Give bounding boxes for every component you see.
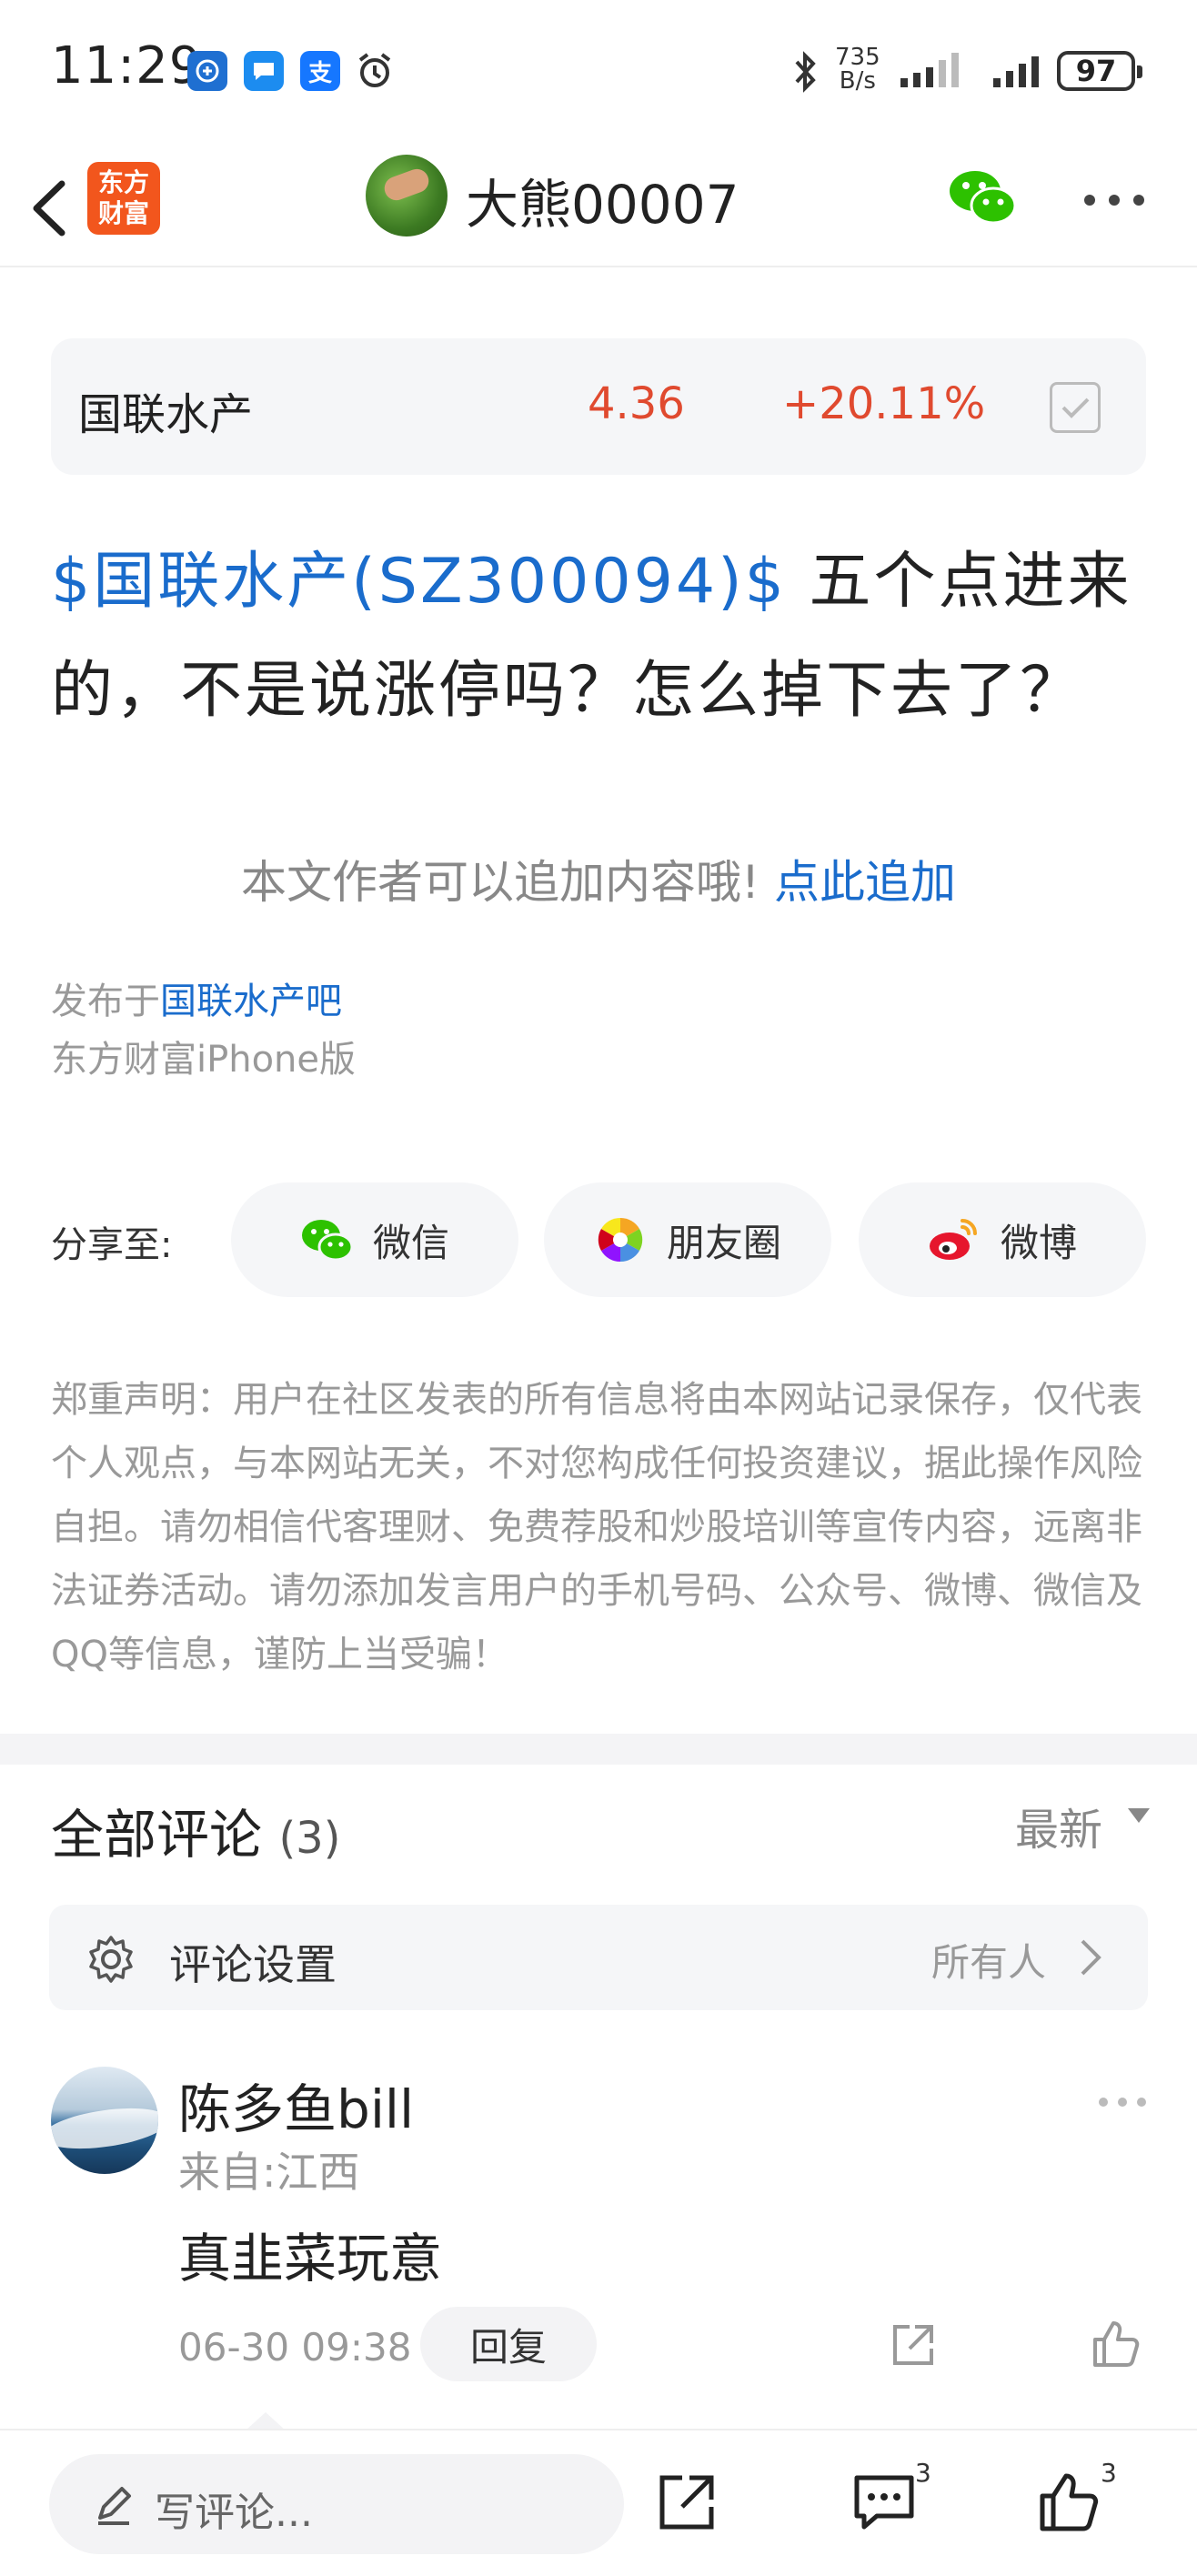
reply-caret [246,2412,286,2430]
status-bar: 11:29 支 735 B/s 97 [0,0,1197,146]
comment-text: 真韭菜玩意 [178,2228,443,2289]
comments-title-text: 全部评论 [51,1804,263,1866]
pencil-icon [98,2487,131,2525]
chevron-right-icon [1081,1939,1101,1976]
reply-button[interactable]: 回复 [420,2307,597,2381]
signal-icon-2 [993,56,1039,87]
published-prefix: 发布于 [51,981,160,1022]
disclaimer-text: 郑重声明：用户在社区发表的所有信息将由本网站记录保存，仅代表个人观点，与本网站无… [51,1379,1142,1675]
author-avatar[interactable] [366,155,448,236]
sort-dropdown-arrow-icon[interactable] [1128,1808,1150,1823]
bottom-bar: 写评论... 3 3 [0,2429,1197,2576]
comment-settings-label: 评论设置 [169,1940,337,1989]
comment-input-placeholder: 写评论... [155,2490,313,2536]
comment-more-icon[interactable] [1097,2096,1148,2108]
comment-settings-value: 所有人 [931,1940,1047,1985]
commenter-name[interactable]: 陈多鱼bill [178,2067,414,2143]
message-icon [244,51,284,91]
comments-count: (3) [278,1813,341,1864]
gear-icon [89,1936,133,1983]
signal-icon-1 [900,53,959,87]
comment-input[interactable]: 写评论... [49,2454,624,2554]
bluetooth-icon [795,51,816,93]
thumbs-up-icon[interactable] [1037,2469,1102,2534]
sort-dropdown[interactable]: 最新 [1015,1794,1102,1857]
append-prompt-text: 本文作者可以追加内容哦! [241,856,760,909]
share-weibo-label: 微博 [1000,1220,1077,1265]
alarm-icon [355,51,395,91]
network-speed: 735 B/s [835,44,880,95]
status-time: 11:29 [51,36,203,96]
nav-bar: 东方 财富 大熊00007 [0,146,1197,267]
comments-title: 全部评论 (3) [51,1792,340,1868]
comment-time: 06-30 09:38 [178,2325,412,2370]
wechat-icon[interactable] [948,166,1017,229]
back-icon[interactable] [25,176,80,240]
wechat-icon [301,1220,353,1262]
qq-browser-icon [187,51,227,91]
stock-card[interactable]: 国联水产 4.36 +20.11% [51,338,1146,475]
share-icon[interactable] [655,2469,720,2534]
share-moments-button[interactable]: 朋友圈 [544,1182,831,1297]
comment-settings-row[interactable]: 评论设置 所有人 [49,1905,1148,2010]
stock-name: 国联水产 [78,389,254,440]
published-in: 发布于国联水产吧 [51,971,342,1024]
battery-indicator: 97 [1057,51,1142,91]
like-count-badge: 3 [1101,2458,1117,2488]
append-link[interactable]: 点此追加 [774,856,956,909]
alipay-icon: 支 [300,51,340,91]
more-options-icon[interactable] [1082,193,1146,207]
share-icon[interactable] [888,2319,939,2370]
commenter-avatar[interactable] [51,2067,158,2174]
section-divider [0,1734,1197,1765]
post-content: $国联水产(SZ300094)$ 五个点进来的，不是说涨停吗？怎么掉下去了？ [51,528,1152,746]
share-wechat-button[interactable]: 微信 [231,1182,518,1297]
commenter-location: 来自:江西 [178,2148,360,2197]
stock-price: 4.36 [588,378,685,429]
watchlist-checkbox[interactable] [1050,382,1101,433]
share-wechat-label: 微信 [372,1220,449,1265]
app-logo[interactable]: 东方 财富 [87,162,160,235]
thumbs-up-icon[interactable] [1090,2318,1142,2370]
share-moments-label: 朋友圈 [666,1220,781,1265]
comment-count-badge: 3 [915,2458,931,2488]
stock-mention-link[interactable]: $国联水产(SZ300094)$ [51,546,787,618]
bar-link[interactable]: 国联水产吧 [160,981,342,1022]
post-client: 东方财富iPhone版 [51,1039,357,1081]
author-name[interactable]: 大熊00007 [466,162,739,238]
append-prompt: 本文作者可以追加内容哦! 点此追加 [0,846,1197,911]
share-weibo-button[interactable]: 微博 [859,1182,1146,1297]
share-label: 分享至: [51,1224,173,1266]
moments-icon [598,1217,643,1263]
weibo-icon [929,1219,977,1260]
comment-icon[interactable] [851,2469,917,2534]
stock-change: +20.11% [782,378,986,429]
